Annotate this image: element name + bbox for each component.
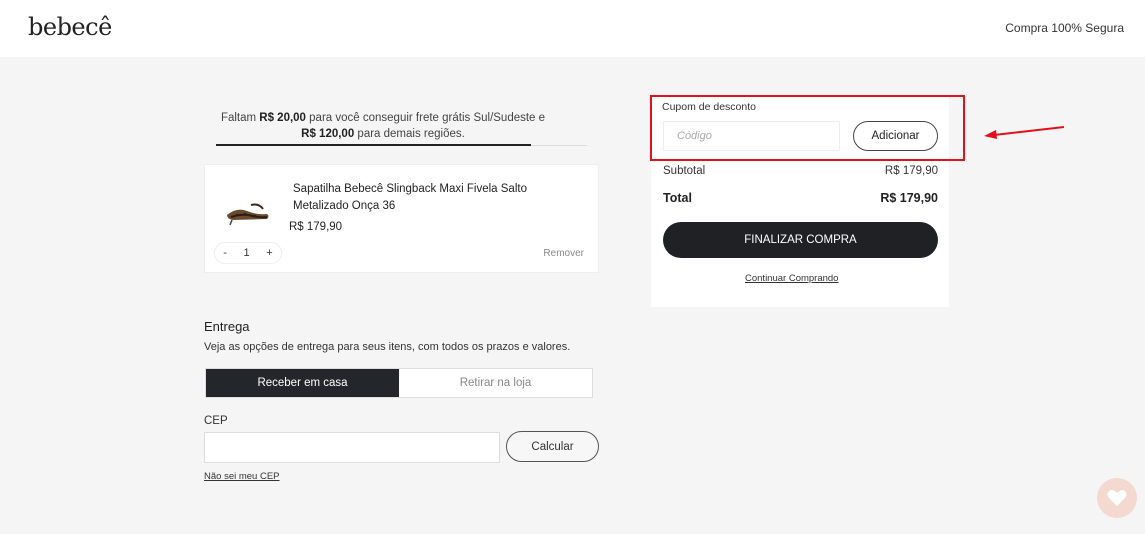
total-label: Total [663,191,692,205]
checkout-button[interactable]: FINALIZAR COMPRA [663,222,938,258]
increase-quantity-button[interactable]: + [266,247,272,259]
delivery-tabs: Receber em casa Retirar na loja [205,368,593,398]
free-shipping-progress-track [531,145,587,146]
continue-shopping-link[interactable]: Continuar Comprando [745,273,838,284]
chat-help-button[interactable] [1097,478,1137,518]
quantity-stepper: - 1 + [214,242,282,264]
cart-item-card: Sapatilha Bebecê Slingback Maxi Fivela S… [204,164,599,273]
quantity-value: 1 [243,247,250,259]
subtotal-label: Subtotal [663,165,706,177]
brand-logo[interactable]: bebecê [28,13,112,41]
total-value: R$ 179,90 [880,191,938,205]
cep-input[interactable] [204,432,500,463]
free-shipping-suffix: para demais regiões. [354,128,465,140]
tab-store-pickup[interactable]: Retirar na loja [399,369,592,397]
product-price: R$ 179,90 [289,221,343,233]
free-shipping-prefix: Faltam [220,112,260,124]
free-shipping-amount-2: R$ 120,00 [301,128,355,140]
free-shipping-message: Faltam R$ 20,00 para você conseguir fret… [216,110,550,142]
delivery-description: Veja as opções de entrega para seus iten… [204,341,571,353]
site-header: bebecê Compra 100% Segura [0,0,1145,57]
cep-label: CEP [204,415,228,427]
remove-item-button[interactable]: Remover [543,248,584,259]
free-shipping-middle: para você conseguir frete grátis Sul/Sud… [305,112,546,124]
tab-home-delivery[interactable]: Receber em casa [206,369,399,397]
product-image[interactable] [223,195,273,229]
unknown-cep-link[interactable]: Não sei meu CEP [204,471,280,482]
free-shipping-amount-1: R$ 20,00 [259,112,306,124]
secure-purchase-text: Compra 100% Segura [1005,21,1124,35]
free-shipping-progress-fill [216,144,531,146]
calculate-shipping-button[interactable]: Calcular [506,431,599,462]
chat-heart-icon [1107,489,1127,506]
product-name[interactable]: Sapatilha Bebecê Slingback Maxi Fivela S… [293,181,553,215]
decrease-quantity-button[interactable]: - [223,247,227,259]
subtotal-value: R$ 179,90 [884,165,938,177]
delivery-title: Entrega [204,319,250,334]
coupon-highlight-box [650,95,965,161]
red-arrow-annotation [984,126,1065,139]
